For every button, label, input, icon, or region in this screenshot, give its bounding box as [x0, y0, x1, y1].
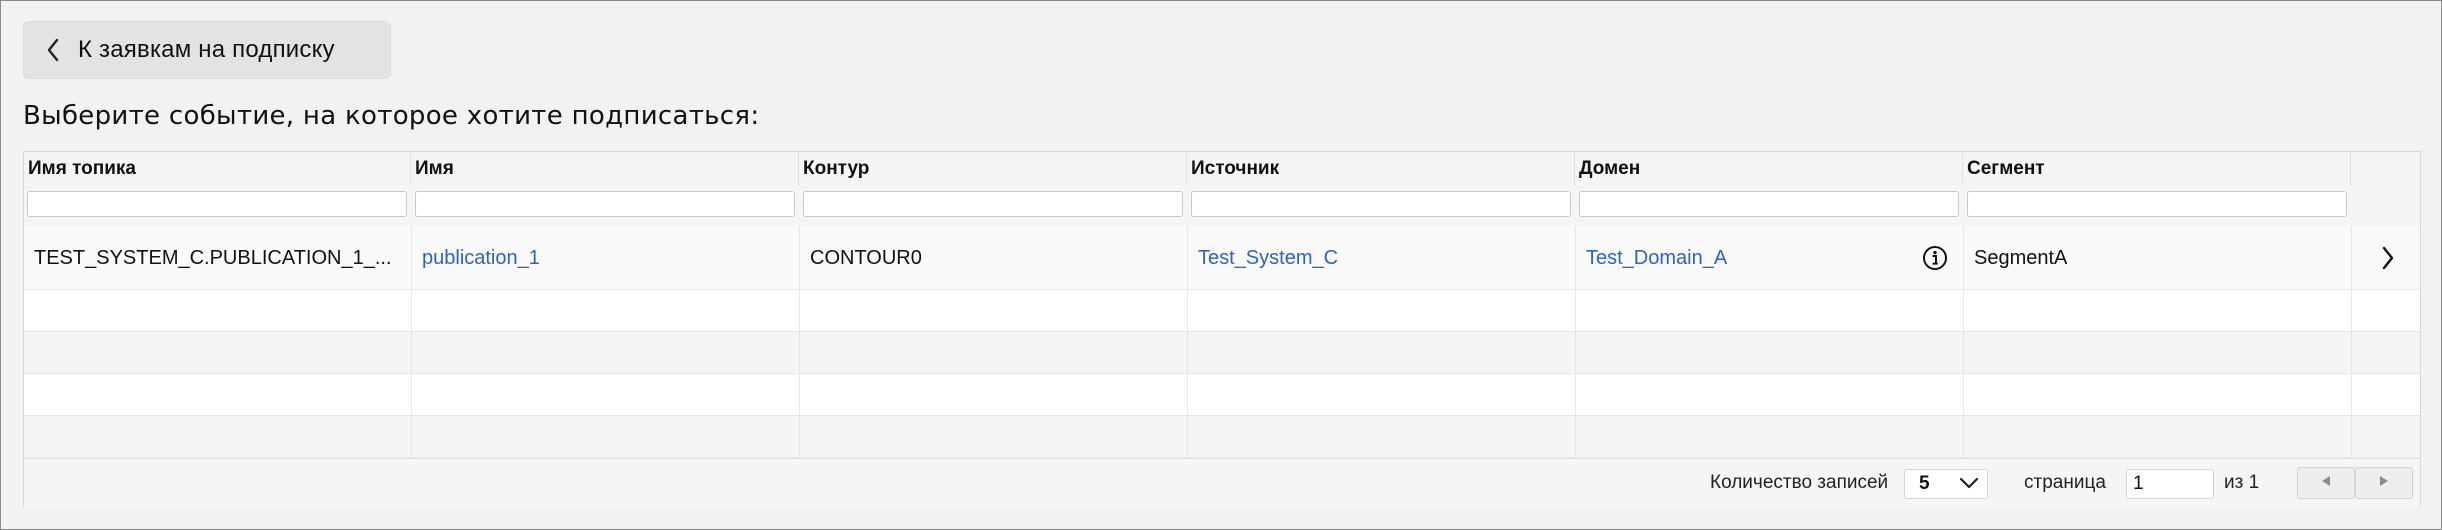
column-header-topic[interactable]: Имя топика — [24, 152, 411, 186]
filter-input-source[interactable] — [1191, 191, 1571, 217]
triangle-left-icon — [2319, 474, 2333, 493]
table-header-row: Имя топика Имя Контур Источник Домен Сег… — [24, 152, 2420, 187]
column-divider — [1187, 226, 1188, 458]
info-icon[interactable] — [1920, 226, 1950, 290]
chevron-down-icon — [1959, 473, 1979, 495]
cell-contour: CONTOUR0 — [810, 246, 922, 269]
page-total-label: из 1 — [2224, 472, 2260, 493]
cell-source-link[interactable]: Test_System_C — [1198, 226, 1568, 290]
filter-input-name[interactable] — [415, 191, 795, 217]
cell-domain-link[interactable]: Test_Domain_A — [1586, 226, 1886, 290]
column-divider — [2351, 226, 2352, 458]
page-heading: Выберите событие, на которое хотите подп… — [23, 101, 760, 131]
empty-table-row — [24, 416, 2420, 458]
back-button-label: К заявкам на подписку — [78, 36, 335, 63]
page-size-select[interactable]: 5 — [1904, 469, 1988, 499]
prev-page-button[interactable] — [2297, 467, 2355, 499]
filter-input-topic[interactable] — [27, 191, 407, 217]
column-header-domain[interactable]: Домен — [1575, 152, 1963, 186]
empty-table-row — [24, 290, 2420, 332]
filter-input-domain[interactable] — [1579, 191, 1959, 217]
events-table: Имя топика Имя Контур Источник Домен Сег… — [23, 151, 2421, 507]
column-header-contour[interactable]: Контур — [799, 152, 1187, 186]
next-page-button[interactable] — [2355, 467, 2413, 499]
cell-name-link[interactable]: publication_1 — [422, 226, 792, 290]
column-divider — [799, 226, 800, 458]
empty-table-row — [24, 374, 2420, 416]
back-to-requests-button[interactable]: К заявкам на подписку — [23, 21, 391, 79]
chevron-left-icon — [46, 37, 68, 63]
triangle-right-icon — [2377, 474, 2391, 493]
page-number-input[interactable]: 1 — [2126, 469, 2214, 499]
column-header-name[interactable]: Имя — [411, 152, 799, 186]
cell-topic: TEST_SYSTEM_C.PUBLICATION_1_... — [34, 246, 392, 269]
records-count-label: Количество записей — [1710, 472, 1889, 493]
filter-input-segment[interactable] — [1967, 191, 2347, 217]
app-frame: К заявкам на подписку Выберите событие, … — [0, 0, 2442, 530]
column-divider — [1963, 226, 1964, 458]
column-header-actions — [2351, 152, 2421, 186]
pagination-bar: Количество записей 5 страница 1 из 1 — [24, 458, 2420, 507]
column-divider — [1575, 226, 1576, 458]
filter-input-contour[interactable] — [803, 191, 1183, 217]
cell-segment: SegmentA — [1974, 246, 2068, 269]
chevron-right-icon[interactable] — [2376, 226, 2400, 290]
page-size-value: 5 — [1919, 473, 1930, 494]
page-label: страница — [2024, 472, 2106, 493]
column-header-segment[interactable]: Сегмент — [1963, 152, 2351, 186]
column-header-source[interactable]: Источник — [1187, 152, 1575, 186]
empty-table-row — [24, 332, 2420, 374]
column-divider — [411, 226, 412, 458]
